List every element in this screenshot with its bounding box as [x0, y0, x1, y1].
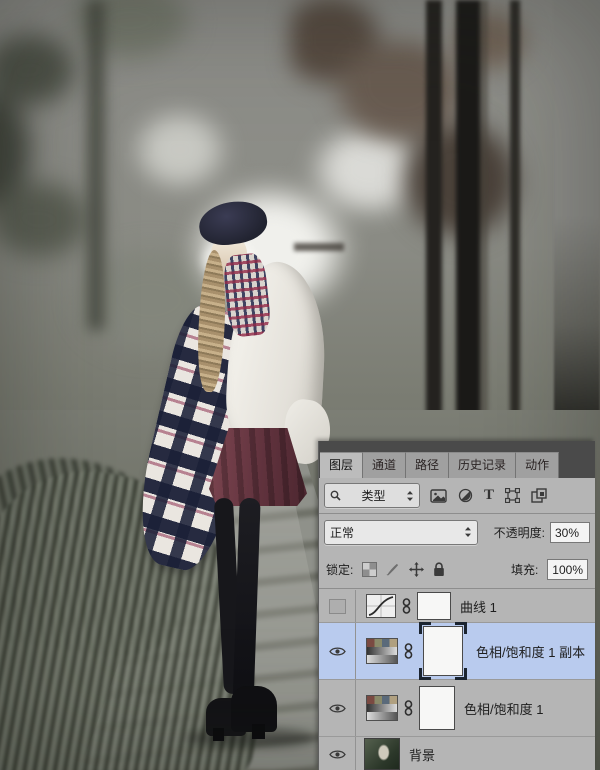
blend-mode-select[interactable]: 正常	[324, 520, 478, 545]
blend-mode-row: 正常 不透明度: 30%	[319, 514, 595, 550]
layer-mask-thumbnail[interactable]	[419, 686, 455, 730]
blend-mode-value: 正常	[330, 524, 354, 541]
adjustment-filter-icon[interactable]	[458, 488, 473, 503]
photoshop-canvas: 图层 通道 路径 历史记录 动作 类型	[0, 0, 600, 770]
opacity-label: 不透明度:	[494, 524, 545, 541]
tab-paths[interactable]: 路径	[406, 452, 449, 478]
layers-list: 曲线 1 色相/饱和度 1 副本	[319, 590, 595, 770]
layer-row-hue-saturation-1[interactable]: 色相/饱和度 1	[319, 680, 595, 737]
eye-icon	[329, 749, 346, 760]
updown-arrows-icon	[406, 490, 414, 502]
visibility-toggle[interactable]	[319, 623, 356, 679]
curves-adjustment-icon[interactable]	[366, 594, 396, 618]
background-layer-thumbnail[interactable]	[364, 738, 400, 770]
tab-layers[interactable]: 图层	[320, 452, 363, 478]
mask-link-icon[interactable]	[402, 598, 411, 614]
tab-actions[interactable]: 动作	[516, 452, 559, 478]
lock-paint-icon[interactable]	[386, 562, 400, 576]
mask-link-icon[interactable]	[404, 700, 413, 716]
layer-name[interactable]: 色相/饱和度 1 副本	[476, 642, 585, 661]
filter-kind-value: 类型	[361, 487, 385, 504]
lock-label: 锁定:	[326, 561, 353, 578]
eye-icon	[329, 703, 346, 714]
layer-name[interactable]: 色相/饱和度 1	[464, 699, 543, 718]
layer-name[interactable]: 曲线 1	[460, 597, 497, 616]
opacity-field[interactable]: 30%	[550, 522, 590, 543]
pixel-layer-filter-icon[interactable]	[430, 489, 447, 503]
fill-field[interactable]: 100%	[547, 559, 588, 580]
panel-tab-strip: 图层 通道 路径 历史记录 动作	[319, 441, 595, 478]
mask-selection-corner	[419, 622, 431, 634]
layer-mask-thumbnail[interactable]	[417, 592, 451, 620]
visibility-off-well	[329, 599, 346, 614]
lock-move-icon[interactable]	[409, 562, 424, 577]
lock-row: 锁定: 填充: 100%	[319, 550, 595, 589]
layer-row-hue-saturation-1-copy[interactable]: 色相/饱和度 1 副本	[319, 623, 595, 680]
hue-saturation-adjustment-icon[interactable]	[366, 695, 398, 721]
hue-saturation-adjustment-icon[interactable]	[366, 638, 398, 664]
mask-selection-corner	[455, 668, 467, 680]
layer-name[interactable]: 背景	[409, 745, 435, 764]
filter-kind-select[interactable]: 类型	[324, 483, 420, 508]
updown-arrows-icon	[464, 526, 472, 538]
visibility-toggle[interactable]	[319, 737, 356, 770]
mask-selection-corner	[419, 668, 431, 680]
layer-row-background[interactable]: 背景	[319, 737, 595, 770]
layer-row-curves-1[interactable]: 曲线 1	[319, 590, 595, 623]
filter-icon-group: T	[430, 488, 547, 503]
search-icon	[330, 490, 341, 501]
lock-transparency-icon[interactable]	[362, 562, 377, 577]
layer-filter-row: 类型 T	[319, 478, 595, 514]
tab-channels[interactable]: 通道	[363, 452, 406, 478]
layer-mask-selected[interactable]	[419, 622, 467, 680]
tab-history[interactable]: 历史记录	[449, 452, 516, 478]
lock-all-icon[interactable]	[433, 562, 445, 577]
fill-label: 填充:	[511, 561, 538, 578]
mask-selection-corner	[455, 622, 467, 634]
smart-object-filter-icon[interactable]	[531, 488, 547, 503]
eye-icon	[329, 646, 346, 657]
visibility-toggle[interactable]	[319, 590, 356, 622]
visibility-toggle[interactable]	[319, 680, 356, 736]
shape-filter-icon[interactable]	[505, 488, 520, 503]
mask-link-icon[interactable]	[404, 643, 413, 659]
type-filter-icon[interactable]: T	[484, 488, 494, 503]
layers-panel: 图层 通道 路径 历史记录 动作 类型	[318, 441, 595, 770]
